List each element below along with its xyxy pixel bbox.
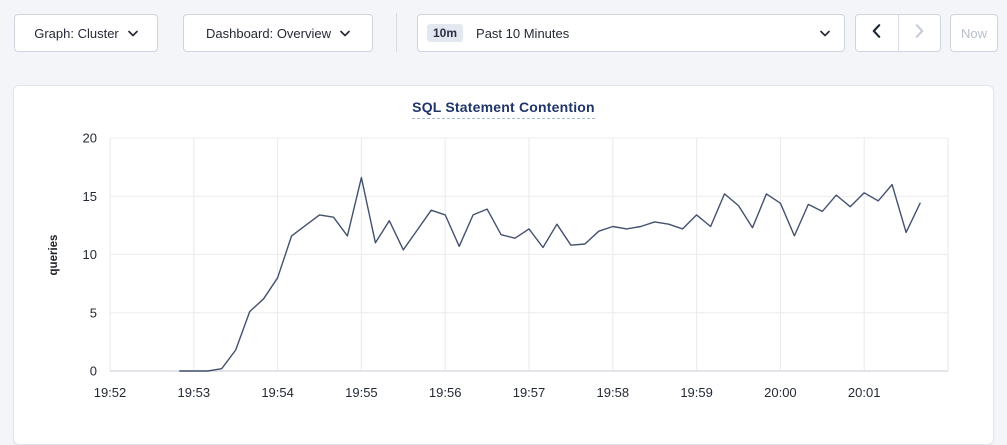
time-range-label: Past 10 Minutes — [476, 26, 569, 41]
previous-time-button[interactable] — [856, 15, 899, 51]
time-range-selector[interactable]: 10m Past 10 Minutes — [417, 14, 845, 52]
chevron-right-icon — [915, 24, 924, 43]
chevron-left-icon — [872, 24, 881, 43]
next-time-button[interactable] — [899, 15, 941, 51]
time-range-badge: 10m — [427, 24, 463, 42]
now-button-label: Now — [961, 26, 987, 41]
now-button[interactable]: Now — [950, 14, 998, 52]
dashboard-dropdown-label: Dashboard: Overview — [206, 26, 331, 41]
chevron-down-icon — [128, 30, 138, 37]
dashboard-dropdown[interactable]: Dashboard: Overview — [183, 14, 373, 52]
chart-title[interactable]: SQL Statement Contention — [412, 99, 595, 119]
chevron-down-icon — [340, 30, 350, 37]
toolbar-divider — [396, 13, 397, 52]
chart-plot-area[interactable] — [110, 138, 948, 371]
graph-dropdown[interactable]: Graph: Cluster — [14, 14, 158, 52]
chevron-down-icon — [820, 30, 830, 37]
graph-dropdown-label: Graph: Cluster — [34, 26, 119, 41]
chart-title-row: SQL Statement Contention — [0, 99, 1007, 119]
time-step-button-group — [855, 14, 941, 52]
